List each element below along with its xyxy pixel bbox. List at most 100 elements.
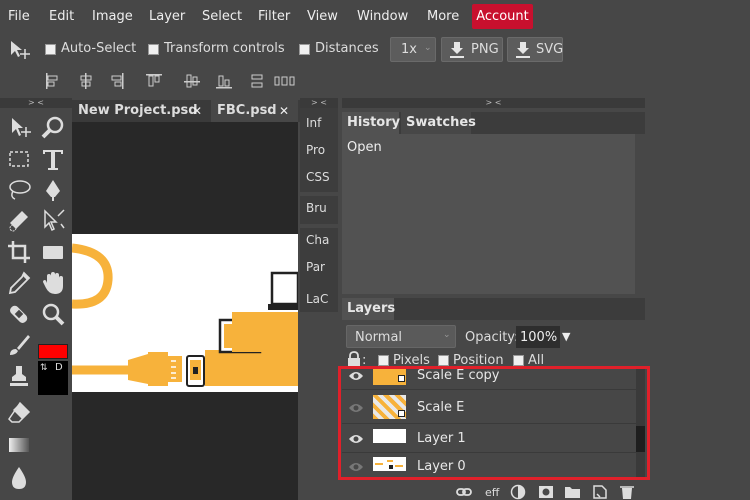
menu-more[interactable]: More: [427, 9, 459, 24]
move-tool-icon[interactable]: [4, 113, 34, 143]
align-bottom-icon[interactable]: [216, 73, 232, 89]
lock-icon: [347, 351, 361, 367]
auto-select-label: Auto-Select: [61, 41, 137, 56]
side-tab-info[interactable]: Inf: [300, 116, 336, 130]
align-right-icon[interactable]: [111, 73, 125, 89]
eyedropper-tool-icon[interactable]: [4, 268, 34, 298]
lock-position-checkbox[interactable]: [438, 355, 449, 366]
tab-swatches[interactable]: Swatches: [401, 112, 476, 134]
photopea-app: { "menu": { "items": ["File", "Edit", "I…: [0, 0, 750, 500]
blend-mode-select[interactable]: Normal ⌄: [346, 325, 456, 348]
side-tab-layer-comps[interactable]: LaC: [300, 292, 336, 306]
opacity-dropdown-icon[interactable]: ▼: [562, 330, 570, 343]
history-panel: [342, 108, 645, 296]
delete-layer-icon[interactable]: [619, 484, 635, 500]
distribute-horizontal-icon[interactable]: [274, 73, 296, 89]
new-group-folder-icon[interactable]: [564, 484, 581, 500]
menu-image[interactable]: Image: [92, 9, 133, 24]
canvas-viewport[interactable]: [72, 122, 298, 500]
tab-history[interactable]: History: [342, 112, 400, 134]
align-center-horizontal-icon[interactable]: [79, 73, 93, 89]
crop-tool-icon[interactable]: [4, 237, 34, 267]
direct-selection-tool-icon[interactable]: [38, 206, 68, 236]
adjustment-layer-icon[interactable]: [510, 484, 526, 500]
toolbox-collapse-bar[interactable]: > <: [0, 98, 72, 108]
menu-edit[interactable]: Edit: [49, 9, 74, 24]
history-item[interactable]: Open: [347, 140, 382, 155]
layer-mask-icon[interactable]: [538, 484, 554, 500]
chevron-down-icon: ⌄: [424, 43, 432, 53]
zoom-value: 1x: [401, 42, 417, 57]
quick-selection-tool-icon[interactable]: [4, 206, 34, 236]
align-middle-vertical-icon[interactable]: [184, 73, 200, 89]
link-layers-icon[interactable]: [456, 484, 472, 500]
clone-stamp-tool-icon[interactable]: [4, 361, 34, 391]
side-tab-properties[interactable]: Pro: [300, 143, 336, 157]
default-colors-icon[interactable]: D: [55, 362, 63, 373]
download-icon: [449, 41, 465, 58]
history-list: [342, 134, 635, 294]
auto-select-checkbox[interactable]: [45, 44, 56, 55]
document-canvas[interactable]: [72, 234, 298, 392]
zoom-tool-icon[interactable]: [38, 299, 68, 329]
transform-controls-checkbox[interactable]: [148, 44, 159, 55]
align-top-icon[interactable]: [146, 73, 162, 89]
opacity-value: 100%: [520, 330, 558, 345]
right-panel-collapse-bar[interactable]: > <: [342, 98, 645, 108]
lock-pixels-checkbox[interactable]: [378, 355, 389, 366]
tab-label: FBC.psd: [217, 103, 277, 118]
foreground-color-swatch[interactable]: [38, 344, 68, 359]
side-tab-css[interactable]: CSS: [300, 170, 336, 184]
rectangle-tool-icon[interactable]: [38, 237, 68, 267]
brush-tool-icon[interactable]: [4, 330, 34, 360]
download-icon: [515, 41, 531, 58]
blur-tool-icon[interactable]: [4, 463, 34, 493]
menu-view[interactable]: View: [307, 9, 338, 24]
hand-tool-icon[interactable]: [38, 268, 68, 298]
menu-file[interactable]: File: [8, 9, 30, 24]
zoom-tool-icon[interactable]: [38, 113, 68, 143]
close-icon[interactable]: ✕: [279, 100, 289, 122]
tab-layers[interactable]: Layers: [342, 298, 395, 320]
side-tab-character[interactable]: Cha: [300, 233, 336, 247]
marquee-tool-icon[interactable]: [4, 144, 34, 174]
export-svg-button[interactable]: SVG: [507, 37, 563, 62]
type-tool-icon[interactable]: [38, 144, 68, 174]
account-button[interactable]: Account: [472, 4, 533, 29]
layer-effects-button[interactable]: eff: [485, 486, 499, 500]
chevron-down-icon: ⌄: [443, 330, 451, 340]
move-tool-icon[interactable]: [9, 40, 31, 60]
menu-layer[interactable]: Layer: [149, 9, 185, 24]
png-label: PNG: [471, 42, 499, 57]
side-tab-paragraph[interactable]: Par: [300, 260, 336, 274]
opacity-input[interactable]: 100%: [516, 326, 560, 348]
pen-tool-icon[interactable]: [38, 175, 68, 205]
new-layer-icon[interactable]: [592, 484, 608, 500]
lock-all-checkbox[interactable]: [513, 355, 524, 366]
menu-window[interactable]: Window: [357, 9, 408, 24]
eraser-tool-icon[interactable]: [4, 398, 34, 428]
swap-colors-icon[interactable]: ⇅: [40, 363, 48, 373]
toolbox: ⇅ D: [0, 108, 72, 500]
tab-fbc[interactable]: FBC.psd ✕: [211, 100, 298, 122]
transform-controls-label: Transform controls: [164, 41, 285, 56]
menu-filter[interactable]: Filter: [258, 9, 290, 24]
healing-brush-tool-icon[interactable]: [4, 299, 34, 329]
close-icon[interactable]: ✕: [192, 100, 202, 122]
tab-new-project[interactable]: New Project.psd ✕: [72, 100, 211, 122]
background-color-swatch[interactable]: ⇅ D: [38, 361, 68, 395]
lasso-tool-icon[interactable]: [4, 175, 34, 205]
options-bar: Auto-Select Transform controls Distances…: [0, 33, 750, 97]
svg-label: SVG: [536, 42, 564, 57]
distances-checkbox[interactable]: [299, 44, 310, 55]
zoom-select[interactable]: 1x ⌄: [390, 37, 436, 62]
side-panel-collapse-bar[interactable]: > <: [300, 98, 338, 108]
side-tab-brush[interactable]: Bru: [300, 201, 336, 215]
gradient-tool-icon[interactable]: [4, 430, 34, 460]
opacity-label: Opacity:: [465, 330, 519, 345]
export-png-button[interactable]: PNG: [441, 37, 503, 62]
blend-mode-value: Normal: [355, 330, 403, 345]
menu-select[interactable]: Select: [202, 9, 242, 24]
align-left-icon[interactable]: [45, 73, 59, 89]
distribute-vertical-icon[interactable]: [249, 73, 265, 89]
